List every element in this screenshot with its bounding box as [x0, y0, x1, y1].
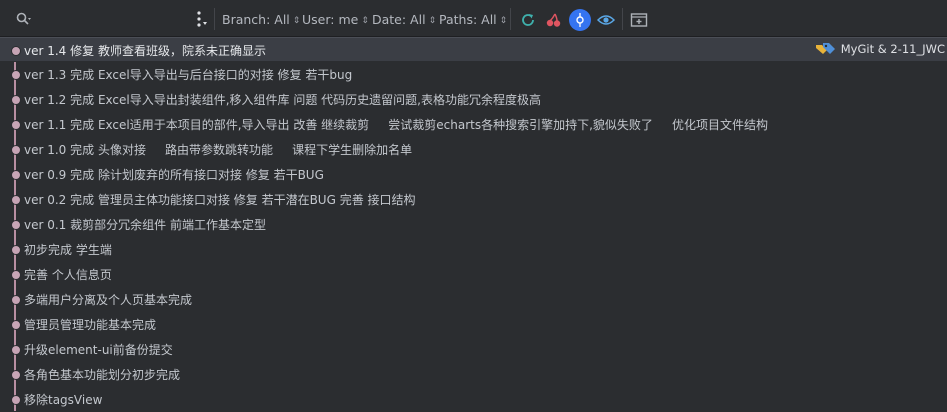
commit-row[interactable]: 升级element-ui前备份提交: [0, 337, 947, 362]
commit-row[interactable]: ver 1.1 完成 Excel适用于本项目的部件,导入导出 改善 继续裁剪 尝…: [0, 112, 947, 137]
branch-filter[interactable]: Branch: All ⇕: [222, 12, 300, 30]
commit-row[interactable]: ver 0.2 完成 管理员主体功能接口对接 修复 若干潜在BUG 完善 接口结…: [0, 187, 947, 212]
commit-node-icon: [11, 295, 21, 305]
cherry-pick-icon[interactable]: [544, 10, 564, 30]
commit-node-icon: [11, 220, 21, 230]
commit-node-icon: [11, 95, 21, 105]
commit-node-icon: [11, 170, 21, 180]
commit-message: ver 1.3 完成 Excel导入导出与后台接口的对接 修复 若干bug: [24, 68, 353, 82]
commit-node-icon: [11, 145, 21, 155]
commit-message: ver 1.4 修复 教师查看班级，院系未正确显示: [24, 44, 266, 58]
commit-row[interactable]: 移除tagsView: [0, 387, 947, 412]
commit-message: ver 1.2 完成 Excel导入导出封装组件,移入组件库 问题 代码历史遗留…: [24, 93, 541, 107]
commit-node-icon: [11, 120, 21, 130]
more-vertical-icon[interactable]: [194, 10, 208, 28]
commit-node-icon: [11, 270, 21, 280]
commit-message: 管理员管理功能基本完成: [24, 318, 157, 332]
commit-row[interactable]: 初步完成 学生端: [0, 237, 947, 262]
chevron-up-down-icon: ⇕: [361, 16, 369, 26]
eye-icon[interactable]: [596, 10, 616, 30]
commit-node-icon: [11, 395, 21, 405]
commit-message: ver 0.1 裁剪部分冗余组件 前端工作基本定型: [24, 218, 266, 232]
commit-node-icon: [11, 195, 21, 205]
branch-tag-icon: [815, 43, 835, 54]
commit-node-icon: [11, 245, 21, 255]
commit-message: ver 0.9 完成 除计划废弃的所有接口对接 修复 若干BUG: [24, 168, 324, 182]
paths-filter[interactable]: Paths: All ⇕: [439, 12, 507, 30]
commit-row[interactable]: ver 0.9 完成 除计划废弃的所有接口对接 修复 若干BUG: [0, 162, 947, 187]
commit-row[interactable]: ver 0.1 裁剪部分冗余组件 前端工作基本定型: [0, 212, 947, 237]
commit-row[interactable]: ver 1.2 完成 Excel导入导出封装组件,移入组件库 问题 代码历史遗留…: [0, 87, 947, 112]
branch-ref-text: MyGit & 2-11_JWC: [840, 42, 945, 56]
commit-row[interactable]: 管理员管理功能基本完成: [0, 312, 947, 337]
commit-message: 各角色基本功能划分初步完成: [24, 368, 181, 382]
commit-node-icon: [11, 46, 21, 56]
user-filter-label: User: me: [302, 12, 359, 27]
commit-node-icon: [11, 370, 21, 380]
date-filter[interactable]: Date: All ⇕: [372, 12, 436, 30]
commit-message: 完善 个人信息页: [24, 268, 112, 282]
commit-message: ver 1.1 完成 Excel适用于本项目的部件,导入导出 改善 继续裁剪 尝…: [24, 118, 768, 132]
chevron-up-down-icon: ⇕: [292, 16, 301, 26]
search-icon: [16, 12, 31, 25]
commit-node-icon: [11, 345, 21, 355]
paths-filter-label: Paths: All: [439, 12, 497, 27]
commit-message: ver 1.0 完成 头像对接 路由带参数跳转功能 课程下学生删除加名单: [24, 143, 413, 157]
commit-message: 多端用户分离及个人页基本完成: [24, 293, 193, 307]
refresh-icon[interactable]: [518, 10, 538, 30]
search-field[interactable]: [10, 8, 206, 30]
commit-message: 升级element-ui前备份提交: [24, 343, 173, 357]
toolbar-divider: [622, 8, 623, 30]
user-filter[interactable]: User: me ⇕: [302, 12, 369, 30]
commit-node-icon: [11, 70, 21, 80]
toolbar-divider: [510, 8, 511, 30]
commit-message: ver 0.2 完成 管理员主体功能接口对接 修复 若干潜在BUG 完善 接口结…: [24, 193, 416, 207]
highlight-commit-icon[interactable]: [569, 9, 591, 31]
commit-row[interactable]: ver 1.0 完成 头像对接 路由带参数跳转功能 课程下学生删除加名单: [0, 137, 947, 162]
date-filter-label: Date: All: [372, 12, 426, 27]
commit-node-icon: [11, 320, 21, 330]
commit-message: 初步完成 学生端: [24, 243, 112, 257]
commit-row[interactable]: ver 1.3 完成 Excel导入导出与后台接口的对接 修复 若干bug: [0, 62, 947, 87]
commit-log-list: ver 1.4 修复 教师查看班级，院系未正确显示 MyGit & 2-11_JW…: [0, 37, 947, 411]
chevron-up-down-icon: ⇕: [499, 16, 508, 26]
branch-ref-label: MyGit & 2-11_JWC: [815, 42, 945, 56]
toolbar-divider: [214, 8, 215, 30]
commit-row[interactable]: 完善 个人信息页: [0, 262, 947, 287]
commit-row[interactable]: ver 1.4 修复 教师查看班级，院系未正确显示 MyGit & 2-11_JW…: [0, 37, 947, 62]
commit-message: 移除tagsView: [24, 393, 103, 407]
open-tab-icon[interactable]: [629, 10, 649, 30]
branch-filter-label: Branch: All: [222, 12, 290, 27]
commit-row[interactable]: 各角色基本功能划分初步完成: [0, 362, 947, 387]
chevron-up-down-icon: ⇕: [428, 16, 437, 26]
commit-row[interactable]: 多端用户分离及个人页基本完成: [0, 287, 947, 312]
log-toolbar: Branch: All ⇕ User: me ⇕ Date: All ⇕ Paths:…: [0, 0, 947, 37]
